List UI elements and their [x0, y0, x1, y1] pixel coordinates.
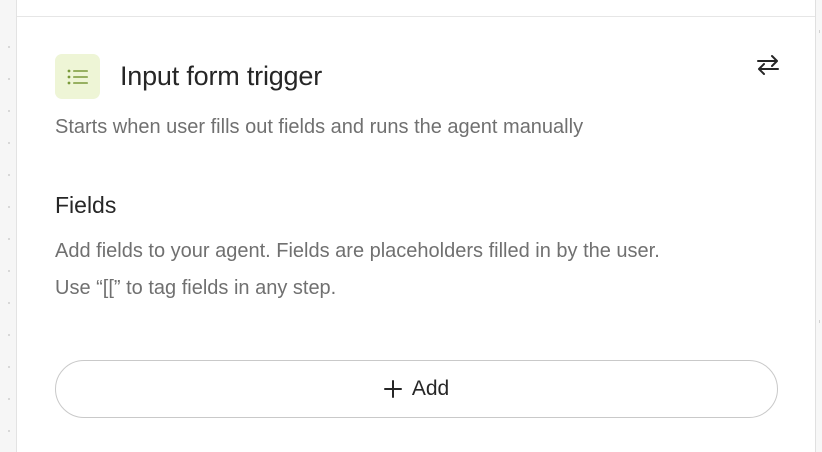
- canvas-grid-dot: [8, 78, 10, 80]
- add-field-button[interactable]: Add: [55, 360, 778, 418]
- edge-tick: [819, 320, 820, 323]
- plus-icon: [383, 380, 402, 398]
- fields-help-line-2: Use “[[” to tag fields in any step.: [55, 277, 337, 299]
- add-button-label: Add: [411, 377, 450, 400]
- canvas-grid-dot: [8, 334, 10, 336]
- canvas-grid-dot: [8, 366, 10, 368]
- list-icon: [55, 54, 100, 99]
- canvas-grid-dot: [8, 174, 10, 176]
- panel-divider: [17, 16, 815, 17]
- trigger-config-panel: Input form trigger Starts when user fill…: [17, 0, 815, 452]
- canvas-grid-dot: [8, 270, 10, 272]
- canvas-grid-dot: [8, 206, 10, 208]
- panel-title: Input form trigger: [120, 61, 322, 91]
- swap-trigger-button[interactable]: [755, 52, 781, 78]
- edge-tick: [819, 30, 820, 33]
- canvas-grid-dot: [8, 142, 10, 144]
- panel-header: Input form trigger: [55, 54, 322, 99]
- workflow-canvas-edge: [0, 0, 17, 452]
- scroll-edge: [815, 0, 822, 452]
- fields-help-text: Add fields to your agent. Fields are pla…: [55, 233, 795, 307]
- canvas-grid-dot: [8, 46, 10, 48]
- canvas-grid-dot: [8, 110, 10, 112]
- canvas-grid-dot: [8, 398, 10, 400]
- canvas-grid-dot: [8, 302, 10, 304]
- canvas-grid-dot: [8, 430, 10, 432]
- swap-arrows-icon: [757, 55, 779, 75]
- trigger-description: Starts when user fills out fields and ru…: [55, 116, 584, 138]
- fields-heading: Fields: [55, 192, 117, 218]
- fields-help-line-1: Add fields to your agent. Fields are pla…: [55, 240, 660, 262]
- canvas-grid-dot: [8, 238, 10, 240]
